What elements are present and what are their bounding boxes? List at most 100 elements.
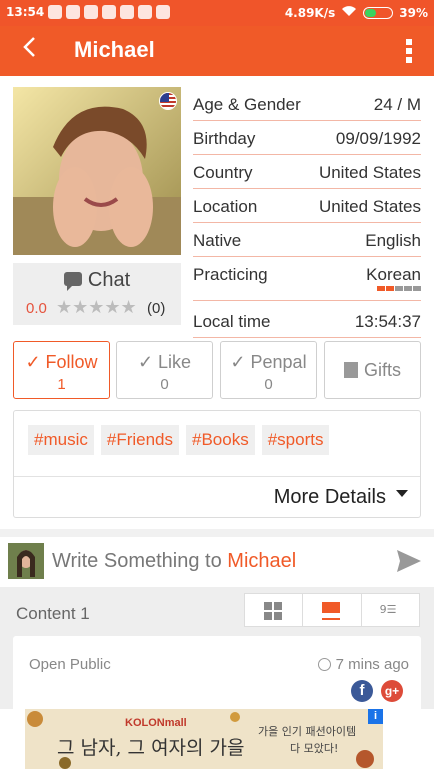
info-row-practicing: Practicing Korean	[193, 257, 421, 301]
ad-copy-line2: 다 모았다!	[290, 742, 339, 755]
level-segment	[395, 286, 403, 291]
ad-info-icon[interactable]: i	[368, 709, 383, 724]
wifi-icon	[341, 5, 357, 20]
facebook-share-icon[interactable]: f	[351, 680, 373, 702]
penpal-count: 0	[264, 376, 273, 393]
follow-button[interactable]: ✓ Follow 1	[13, 341, 110, 399]
more-details-button[interactable]: More Details	[274, 486, 408, 509]
info-row-birthday: Birthday 09/09/1992	[193, 121, 421, 155]
notification-icon	[48, 5, 62, 19]
level-segment	[413, 286, 421, 291]
ad-brand: KOLONmall	[125, 717, 187, 729]
check-icon: ✓	[25, 352, 46, 372]
composer-prompt-text: Write Something to	[52, 550, 222, 572]
follow-count: 1	[57, 376, 66, 393]
tag-list: #music #Friends #Books #sports	[28, 425, 330, 455]
info-row-age-gender: Age & Gender 24 / M	[193, 87, 421, 121]
info-value: English	[365, 231, 421, 250]
profile-photo[interactable]	[13, 87, 181, 255]
gift-icon	[343, 362, 358, 378]
info-label: Native	[193, 231, 242, 250]
chat-panel: Chat 0.0 ★★★★★ (0)	[13, 263, 181, 325]
action-buttons: ✓ Follow 1 ✓ Like 0 ✓ Penpal 0 Gifts	[13, 341, 421, 399]
gifts-label: Gifts	[363, 360, 401, 380]
battery-percent: 39%	[399, 5, 428, 20]
post-visibility: Open Public	[29, 656, 111, 673]
grid-icon	[264, 602, 282, 620]
info-label: Local time	[193, 312, 271, 331]
composer-target-name: Michael	[227, 550, 297, 572]
content-count-label: Content 1	[16, 604, 90, 623]
notification-icon	[156, 5, 170, 19]
info-row-local-time: Local time 13:54:37	[193, 304, 421, 338]
content-area: Content 1 9☰ Open Public 7 mins ago f g+	[0, 587, 434, 716]
status-right: 4.89K/s 39%	[285, 5, 428, 20]
interests-card: #music #Friends #Books #sports More Deta…	[13, 410, 421, 518]
interest-tag[interactable]: #sports	[261, 425, 330, 455]
status-time: 13:54	[6, 5, 45, 19]
more-details-label: More Details	[273, 486, 386, 508]
notification-icon	[66, 5, 80, 19]
status-bar: 13:54 4.89K/s 39%	[0, 0, 434, 26]
info-row-location: Location United States	[193, 189, 421, 223]
section-divider	[0, 529, 434, 537]
list-view-button[interactable]: 9☰	[362, 594, 419, 626]
view-toggle: 9☰	[244, 593, 420, 627]
notification-icon	[102, 5, 116, 19]
google-plus-share-icon[interactable]: g+	[381, 680, 403, 702]
divider	[14, 476, 420, 477]
like-button[interactable]: ✓ Like 0	[116, 341, 213, 399]
post-card[interactable]: Open Public 7 mins ago f g+	[13, 636, 421, 716]
level-segment	[377, 286, 385, 291]
follow-label: Follow	[45, 352, 98, 372]
post-composer[interactable]: Write Something to Michael	[0, 537, 434, 587]
rating-stars: ★★★★★	[56, 297, 137, 318]
overflow-menu-button[interactable]	[406, 39, 412, 66]
info-value: 24 / M	[373, 95, 421, 114]
chat-button[interactable]: Chat	[13, 269, 181, 292]
info-value: United States	[318, 197, 421, 216]
post-time-text: 7 mins ago	[335, 656, 409, 673]
grid-view-button[interactable]	[245, 594, 304, 626]
ad-banner[interactable]: KOLONmall 그 남자, 그 여자의 가을 가을 인기 패션아이템 다 모…	[25, 709, 383, 769]
back-button[interactable]	[22, 36, 36, 63]
info-label: Practicing	[193, 265, 268, 284]
battery-icon	[363, 6, 394, 19]
composer-prompt[interactable]: Write Something to Michael	[52, 550, 296, 573]
check-icon: ✓	[230, 352, 251, 372]
rating-count: (0)	[147, 300, 166, 317]
notification-icon	[138, 5, 152, 19]
notification-icons	[48, 5, 170, 19]
send-button[interactable]	[396, 549, 422, 577]
interest-tag[interactable]: #music	[28, 425, 94, 455]
penpal-label: Penpal	[250, 352, 307, 372]
back-arrow-icon	[23, 37, 35, 57]
info-value: United States	[318, 163, 421, 182]
penpal-button[interactable]: ✓ Penpal 0	[220, 341, 317, 399]
info-label: Country	[193, 163, 253, 182]
interest-tag[interactable]: #Books	[186, 425, 255, 455]
card-view-button[interactable]	[303, 594, 362, 626]
like-label: Like	[158, 352, 192, 372]
info-value: Korean	[366, 265, 421, 284]
level-segment	[404, 286, 412, 291]
like-count: 0	[160, 376, 169, 393]
card-view-icon	[322, 602, 341, 620]
info-label: Birthday	[193, 129, 256, 148]
notification-icon	[84, 5, 98, 19]
send-icon	[397, 550, 421, 572]
us-flag-icon	[159, 92, 177, 110]
clock-icon	[317, 658, 331, 671]
page-title: Michael	[74, 37, 155, 62]
notification-icon	[120, 5, 134, 19]
rating-score: 0.0	[26, 300, 47, 317]
info-value: 13:54:37	[354, 312, 421, 331]
caret-down-icon	[396, 490, 408, 503]
language-level-bar	[377, 286, 421, 291]
info-label: Location	[193, 197, 258, 216]
interest-tag[interactable]: #Friends	[100, 425, 179, 455]
gifts-button[interactable]: Gifts	[324, 341, 421, 399]
list-icon: 9☰	[379, 603, 397, 616]
info-value: 09/09/1992	[335, 129, 421, 148]
chat-label: Chat	[87, 269, 131, 291]
